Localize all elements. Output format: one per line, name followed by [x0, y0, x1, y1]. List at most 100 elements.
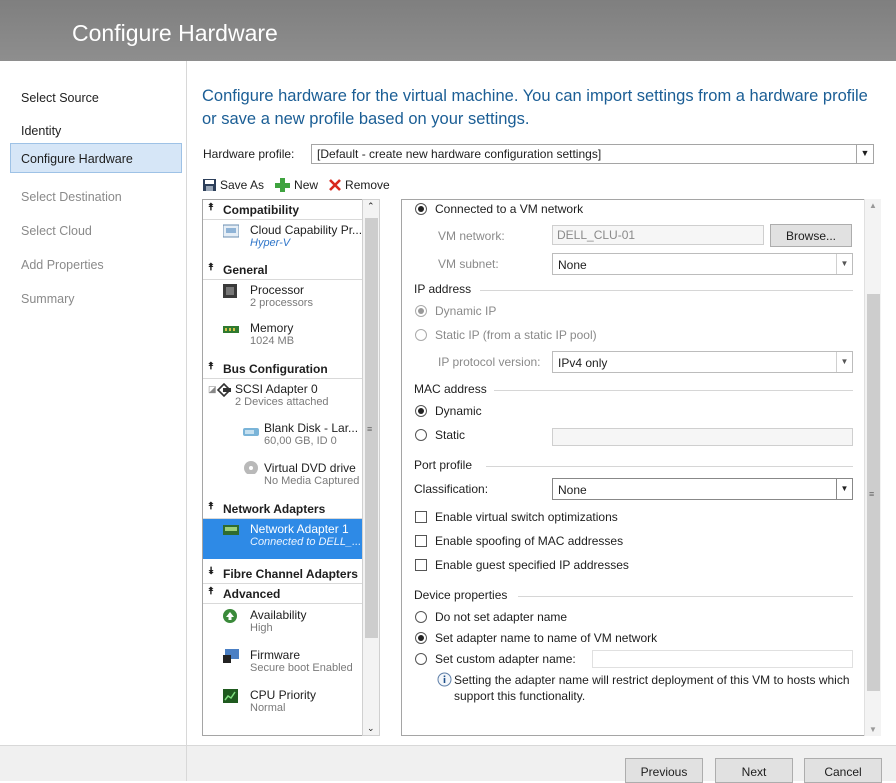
vm-network-field: DELL_CLU-01 [552, 225, 764, 245]
mac-spoofing-checkbox[interactable] [415, 535, 427, 547]
mac-static-label: Static [435, 428, 466, 442]
step-summary[interactable]: Summary [10, 283, 182, 313]
processor-icon [223, 284, 237, 298]
page-description: Configure hardware for the virtual machi… [202, 87, 868, 128]
section-general[interactable]: ⯭ General [203, 260, 377, 280]
set-name-vm-network-radio[interactable] [415, 632, 427, 644]
remove-button[interactable]: Remove [328, 178, 390, 192]
chevron-down-icon: ▼ [836, 479, 852, 499]
scroll-down-icon[interactable]: ▼ [869, 725, 877, 734]
port-profile-group-label: Port profile [414, 458, 473, 472]
memory-title: Memory [250, 321, 294, 335]
tree-item-memory[interactable]: Memory 1024 MB [203, 318, 377, 358]
section-advanced[interactable]: ⯭ Advanced [203, 584, 377, 604]
step-identity[interactable]: Identity [10, 115, 182, 145]
network-adapter-title: Network Adapter 1 [250, 522, 349, 536]
step-select-destination[interactable]: Select Destination [10, 181, 182, 211]
footer-bar: Previous Next Cancel [187, 745, 896, 783]
section-general-label: General [223, 263, 268, 277]
collapse-icon: ⯭ [208, 361, 214, 372]
new-button[interactable]: New [274, 177, 318, 193]
collapse-icon: ⯭ [208, 262, 214, 273]
mac-static-input[interactable] [552, 428, 853, 446]
section-compatibility[interactable]: ⯭ Compatibility [203, 200, 377, 220]
blank-disk-title: Blank Disk - Lar... [264, 421, 359, 435]
mac-dynamic-radio[interactable] [415, 405, 427, 417]
connected-vm-network-label: Connected to a VM network [435, 202, 584, 216]
set-custom-name-radio[interactable] [415, 653, 427, 665]
tree-item-cloud-capability[interactable]: Cloud Capability Pr... Hyper-V [203, 220, 377, 260]
section-network-adapters[interactable]: ⯭ Network Adapters [203, 499, 377, 519]
static-ip-radio[interactable] [415, 329, 427, 341]
settings-panel: Connected to a VM network VM network: DE… [401, 199, 880, 736]
hardware-profile-select[interactable]: [Default - create new hardware configura… [311, 144, 874, 164]
scsi-adapter-sub: 2 Devices attached [235, 396, 329, 408]
chevron-down-icon: ▼ [836, 352, 852, 372]
scsi-adapter-icon [217, 383, 232, 397]
tree-item-blank-disk[interactable]: Blank Disk - Lar... 60,00 GB, ID 0 [203, 418, 377, 458]
do-not-set-name-radio[interactable] [415, 611, 427, 623]
expand-toggle-icon: ◪ [208, 384, 217, 394]
vswitch-optimizations-checkbox[interactable] [415, 511, 427, 523]
tree-scrollbar[interactable]: ⌃ ≡ ⌄ [362, 199, 380, 736]
group-divider [486, 466, 853, 467]
collapse-icon: ⯭ [208, 202, 214, 213]
expand-icon: ⯯ [208, 566, 214, 577]
save-icon [203, 179, 216, 191]
do-not-set-name-label: Do not set adapter name [435, 610, 568, 624]
remove-icon [329, 179, 341, 191]
section-advanced-label: Advanced [223, 587, 281, 601]
scsi-adapter-title: SCSI Adapter 0 [235, 382, 318, 396]
classification-label: Classification: [414, 482, 489, 496]
panel-scrollbar[interactable]: ▲ ≡ ▼ [864, 199, 881, 736]
cpu-priority-icon [223, 689, 238, 703]
section-bus-configuration[interactable]: ⯭ Bus Configuration [203, 359, 377, 379]
connected-vm-network-radio[interactable] [415, 203, 427, 215]
classification-select[interactable]: None ▼ [552, 478, 853, 500]
steps-footer [0, 745, 187, 781]
custom-name-input[interactable] [592, 650, 853, 668]
section-fibre-channel[interactable]: ⯯ Fibre Channel Adapters [203, 564, 377, 584]
ip-protocol-value: IPv4 only [558, 356, 608, 370]
mac-static-radio[interactable] [415, 429, 427, 441]
scroll-grip-icon: ≡ [869, 489, 875, 499]
step-select-source[interactable]: Select Source [10, 82, 182, 112]
firmware-title: Firmware [250, 648, 300, 662]
wizard-steps: Select Source Identity Configure Hardwar… [0, 61, 187, 745]
step-add-properties[interactable]: Add Properties [10, 249, 182, 279]
save-as-button[interactable]: Save As [202, 178, 264, 192]
mac-address-group-label: MAC address [414, 382, 487, 396]
vm-subnet-label: VM subnet: [438, 257, 499, 271]
cloud-capability-icon [223, 224, 239, 238]
tree-item-cpu-priority[interactable]: CPU Priority Normal [203, 685, 377, 725]
disk-icon [243, 428, 259, 436]
ip-protocol-select[interactable]: IPv4 only ▼ [552, 351, 853, 373]
tree-item-firmware[interactable]: Firmware Secure boot Enabled [203, 645, 377, 685]
scroll-up-icon[interactable]: ▲ [869, 201, 877, 210]
chevron-down-icon: ▼ [836, 254, 852, 274]
new-label: New [294, 178, 319, 192]
set-custom-name-label: Set custom adapter name: [435, 652, 576, 666]
scroll-up-icon[interactable]: ⌃ [367, 201, 375, 212]
browse-button[interactable]: Browse... [770, 224, 852, 247]
next-button[interactable]: Next [715, 758, 793, 783]
dynamic-ip-radio[interactable] [415, 305, 427, 317]
mac-spoofing-label: Enable spoofing of MAC addresses [435, 534, 624, 548]
previous-button[interactable]: Previous [625, 758, 703, 783]
step-select-cloud[interactable]: Select Cloud [10, 215, 182, 245]
tree-item-processor[interactable]: Processor 2 processors [203, 280, 377, 320]
guest-ip-checkbox[interactable] [415, 559, 427, 571]
tree-item-dvd-drive[interactable]: Virtual DVD drive No Media Captured [203, 458, 377, 498]
step-configure-hardware[interactable]: Configure Hardware [10, 143, 182, 173]
tree-item-scsi-adapter[interactable]: ◪ SCSI Adapter 0 2 Devices attached [203, 379, 377, 419]
section-network-adapters-label: Network Adapters [223, 502, 326, 516]
group-divider [480, 290, 853, 291]
scroll-grip-icon: ≡ [367, 424, 373, 434]
tree-item-network-adapter-1[interactable]: Network Adapter 1 Connected to DELL_... [203, 519, 377, 559]
tree-item-availability[interactable]: Availability High [203, 605, 377, 645]
cancel-button[interactable]: Cancel [804, 758, 882, 783]
scroll-down-icon[interactable]: ⌄ [367, 723, 375, 734]
vswitch-optimizations-label: Enable virtual switch optimizations [435, 510, 618, 524]
vm-subnet-select[interactable]: None ▼ [552, 253, 853, 275]
collapse-icon: ⯭ [208, 586, 214, 597]
